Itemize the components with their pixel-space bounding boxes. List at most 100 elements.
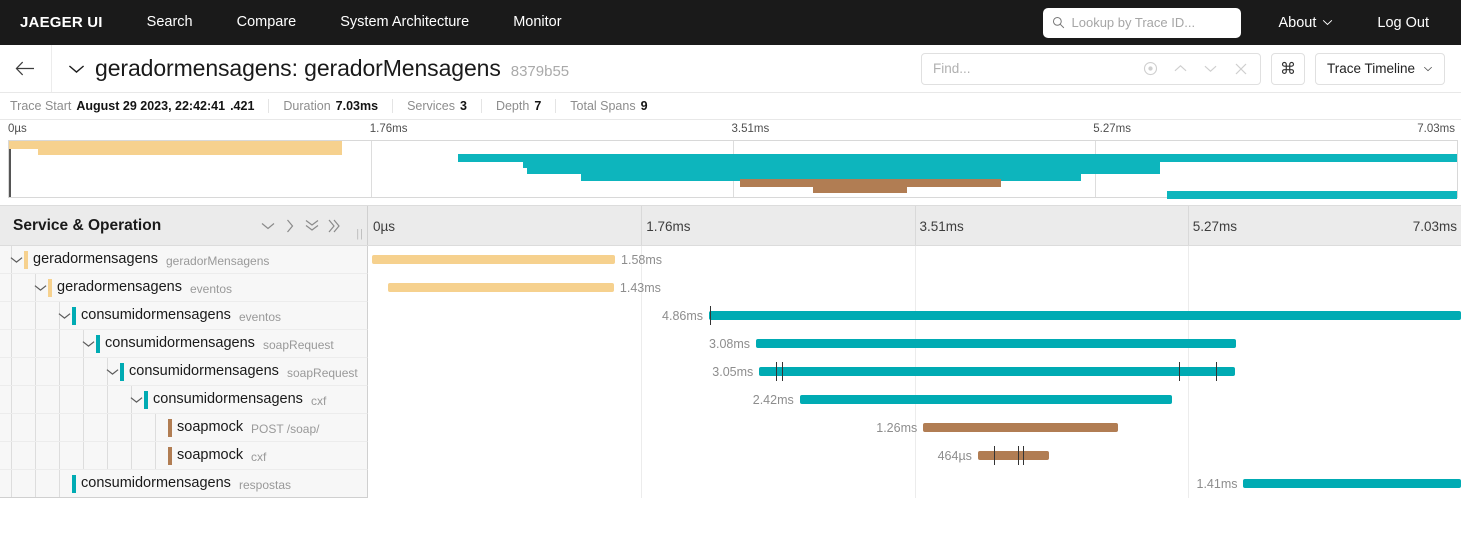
span-rows-container: geradormensagens geradorMensagens 1.58ms ge… [0, 246, 1461, 506]
span-row[interactable]: geradormensagens eventos 1.43ms [0, 274, 1461, 302]
span-row[interactable]: geradormensagens geradorMensagens 1.58ms [0, 246, 1461, 274]
trace-title-actions: Find... ⌘ Trace Timeline [920, 52, 1461, 85]
collapse-detail-chevron-down-icon[interactable] [68, 59, 85, 79]
span-row-bar-cell[interactable]: 1.58ms [368, 246, 1461, 274]
row-gridline-3 [1187, 414, 1189, 442]
span-expand-chevron-down-icon[interactable] [79, 337, 97, 351]
column-resize-handle[interactable]: | | [356, 228, 363, 240]
focus-matches-icon[interactable] [1136, 54, 1166, 84]
total-spans-value: 9 [640, 99, 648, 113]
span-duration-bar[interactable] [372, 255, 615, 264]
span-row-bar-cell[interactable]: 3.05ms [368, 358, 1461, 386]
span-row-label-cell[interactable]: soapmock cxf [0, 442, 368, 470]
span-row[interactable]: consumidormensagens soapRequest 3.05ms [0, 358, 1461, 386]
span-row-bar-cell[interactable]: 1.26ms [368, 414, 1461, 442]
span-expand-chevron-down-icon[interactable] [55, 309, 73, 323]
nav-item-compare[interactable]: Compare [215, 0, 319, 45]
minimap-axis-ticks: 0µs 1.76ms 3.51ms 5.27ms 7.03ms [0, 120, 1461, 140]
span-row-label-cell[interactable]: geradormensagens eventos [0, 274, 368, 302]
span-row-label-cell[interactable]: consumidormensagens respostas [0, 470, 368, 498]
minimap-canvas[interactable] [8, 140, 1458, 200]
span-expand-chevron-down-icon[interactable] [103, 365, 121, 379]
chevron-down-icon[interactable] [257, 211, 279, 241]
span-duration-bar[interactable] [977, 451, 1049, 460]
span-row-bar-cell[interactable]: 4.86ms [368, 302, 1461, 330]
span-row-bar-cell[interactable]: 3.08ms [368, 330, 1461, 358]
next-match-button[interactable] [1196, 54, 1226, 84]
tree-guide-line [83, 442, 84, 469]
back-button[interactable] [0, 45, 52, 92]
chevrons-down-icon[interactable] [301, 211, 323, 241]
chevron-right-icon[interactable] [279, 211, 301, 241]
view-mode-selector[interactable]: Trace Timeline [1314, 52, 1445, 85]
span-row-bar-cell[interactable]: 1.41ms [368, 470, 1461, 498]
span-row-bar-cell[interactable]: 464µs [368, 442, 1461, 470]
axis-gridline-2 [914, 206, 916, 245]
clear-find-button[interactable] [1226, 54, 1256, 84]
timeline-axis-header: 0µs 1.76ms 3.51ms 5.27ms 7.03ms [368, 206, 1461, 245]
span-duration-bar[interactable] [756, 339, 1236, 348]
span-duration-bar[interactable] [799, 395, 1173, 404]
tree-guide-line [83, 386, 84, 413]
nav-item-monitor[interactable]: Monitor [491, 0, 583, 45]
span-operation-name: eventos [239, 310, 282, 324]
span-duration-label: 3.05ms [712, 365, 754, 379]
span-service-name: soapmock [177, 419, 244, 435]
span-duration-bar[interactable] [387, 283, 614, 292]
chevron-down-glyph [68, 64, 85, 73]
span-row-label-cell[interactable]: consumidormensagens soapRequest [0, 330, 368, 358]
span-row[interactable]: consumidormensagens soapRequest 3.08ms [0, 330, 1461, 358]
previous-match-button[interactable] [1166, 54, 1196, 84]
span-operation-name: soapRequest [263, 338, 334, 352]
span-duration-bar[interactable] [923, 423, 1118, 432]
tree-guide-line [35, 470, 36, 497]
trace-start-fraction: .421 [230, 99, 255, 113]
tree-guide-line [11, 442, 12, 469]
span-expand-chevron-down-icon[interactable] [31, 281, 49, 295]
row-gridline-1 [641, 358, 643, 386]
chevrons-right-icon[interactable] [323, 211, 345, 241]
tree-guide-line [59, 414, 60, 441]
about-menu[interactable]: About [1259, 15, 1354, 31]
span-row-bar-cell[interactable]: 2.42ms [368, 386, 1461, 414]
span-row-label-cell[interactable]: geradormensagens geradorMensagens [0, 246, 368, 274]
summary-trace-start: Trace Start August 29 2023, 22:42:41 .421 [10, 99, 270, 113]
axis-gridline-3 [1187, 206, 1189, 245]
logout-button[interactable]: Log Out [1353, 15, 1443, 31]
span-row-bar-cell[interactable]: 1.43ms [368, 274, 1461, 302]
span-row[interactable]: soapmock cxf 464µs [0, 442, 1461, 470]
span-service-color-bar [96, 335, 100, 353]
minimap-tick-3: 5.27ms [1093, 123, 1131, 135]
tree-guide-line [131, 414, 132, 441]
span-row-label-cell[interactable]: consumidormensagens eventos [0, 302, 368, 330]
span-row-label-cell[interactable]: soapmock POST /soap/ [0, 414, 368, 442]
nav-item-system-architecture[interactable]: System Architecture [318, 0, 491, 45]
span-row[interactable]: consumidormensagens cxf 2.42ms [0, 386, 1461, 414]
span-service-name: geradormensagens [33, 251, 158, 267]
span-expand-chevron-down-icon[interactable] [7, 253, 25, 267]
trace-id-lookup-input[interactable]: Lookup by Trace ID... [1042, 7, 1241, 38]
summary-duration: Duration 7.03ms [283, 99, 394, 113]
tree-guide-line [107, 414, 108, 441]
trace-minimap[interactable]: 0µs 1.76ms 3.51ms 5.27ms 7.03ms [0, 120, 1461, 205]
span-duration-bar[interactable] [709, 311, 1461, 320]
keyboard-shortcuts-button[interactable]: ⌘ [1270, 52, 1305, 85]
span-row[interactable]: consumidormensagens eventos 4.86ms [0, 302, 1461, 330]
span-operation-name: POST /soap/ [251, 422, 320, 436]
span-row-label-cell[interactable]: consumidormensagens cxf [0, 386, 368, 414]
span-row[interactable]: consumidormensagens respostas 1.41ms [0, 470, 1461, 498]
find-input-wrapper[interactable]: Find... [920, 52, 1261, 85]
span-duration-bar[interactable] [1243, 479, 1461, 488]
jaeger-logo[interactable]: JAEGER UI [0, 14, 125, 31]
span-duration-bar[interactable] [759, 367, 1235, 376]
span-operation-name: eventos [190, 282, 233, 296]
span-row[interactable]: soapmock POST /soap/1.26ms [0, 414, 1461, 442]
nav-item-search[interactable]: Search [125, 0, 215, 45]
tree-guide-line [155, 414, 156, 441]
services-value: 3 [460, 99, 467, 113]
minimap-span-bar [37, 147, 343, 156]
span-row-label-cell[interactable]: consumidormensagens soapRequest [0, 358, 368, 386]
minimap-left-handle[interactable] [9, 141, 11, 197]
span-expand-chevron-down-icon[interactable] [127, 393, 145, 407]
span-service-name: consumidormensagens [153, 391, 303, 407]
